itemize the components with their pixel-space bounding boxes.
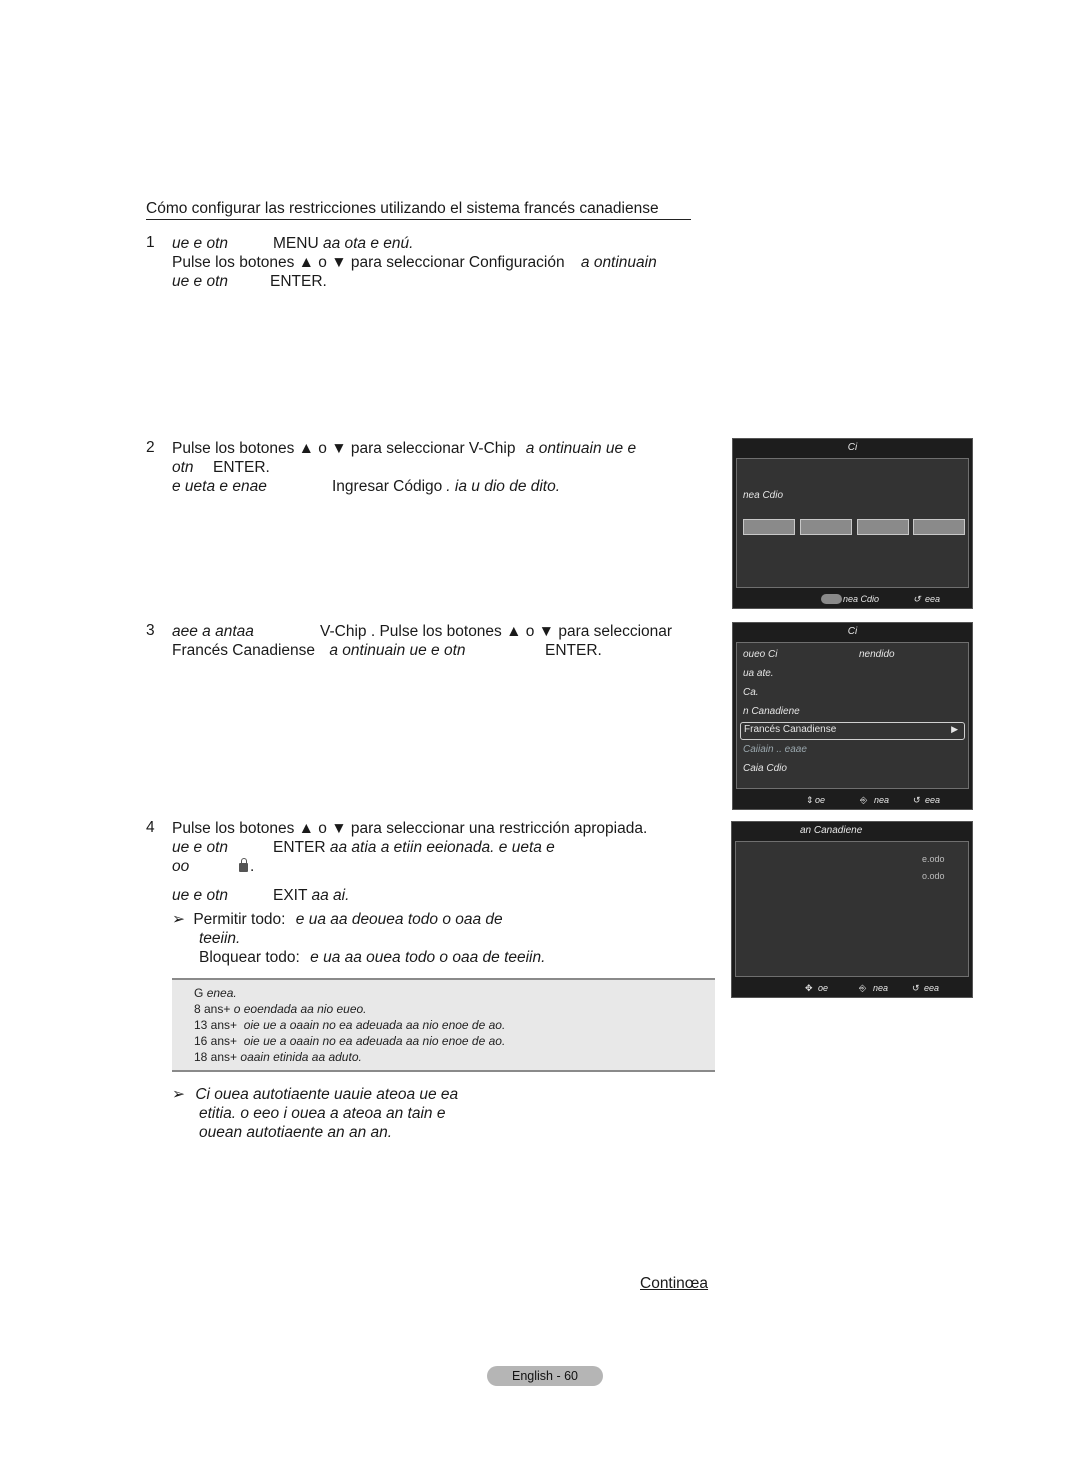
key-label: EXIT bbox=[273, 887, 308, 904]
rating-row: 8 ans+ o eoendada aa nio eueo. bbox=[194, 1002, 367, 1016]
return-icon: ↺ bbox=[913, 795, 921, 805]
step-text: a ontinuain bbox=[580, 254, 657, 271]
note-label: Bloquear todo: bbox=[199, 949, 300, 966]
section-title: Cómo configurar las restricciones utiliz… bbox=[146, 199, 691, 220]
step-text: V-Chip . Pulse los botones ▲ o ▼ para se… bbox=[320, 623, 673, 640]
footer-enter-label: nea Cdio bbox=[843, 594, 880, 604]
enter-icon: ⎆ bbox=[860, 795, 868, 805]
step-text: aa atia a etiin eeionada. e ueta e bbox=[329, 839, 555, 856]
page-number-badge: English - 60 bbox=[487, 1366, 603, 1386]
note-text: teeiin. bbox=[199, 930, 241, 947]
note-text: Ci ouea autotiaente uauie ateoa ue ea bbox=[195, 1086, 459, 1103]
step-text: Pulse los botones ▲ o ▼ para seleccionar… bbox=[172, 820, 648, 837]
osd-french-canadian: an Canadiene e.odo o.odo ✥ oe ⎆ nea ↺ ee… bbox=[731, 821, 973, 998]
step-text: e ueta e enae bbox=[172, 478, 267, 495]
step-text: oo bbox=[172, 858, 190, 875]
rating-row: 18 ans+ oaain etinida aa aduto. bbox=[194, 1050, 362, 1064]
footer-return-label: eea bbox=[925, 594, 941, 604]
arrow-right-icon: ▶ bbox=[951, 724, 958, 734]
key-label: ENTER. bbox=[270, 273, 327, 290]
osd-title: Ci bbox=[847, 442, 858, 453]
step-text: aa ai. bbox=[311, 887, 350, 904]
menu-item-disabled: Caiiain .. eaae bbox=[743, 744, 807, 755]
step-number: 2 bbox=[146, 439, 155, 456]
step-text: Pulse los botones ▲ o ▼ para seleccionar… bbox=[172, 254, 565, 271]
option-allow-all[interactable]: e.odo bbox=[922, 854, 945, 864]
footer-enter-label: nea bbox=[874, 795, 890, 805]
number-keys-icon bbox=[821, 594, 842, 604]
menu-item[interactable]: Ca. bbox=[743, 687, 759, 698]
footer-enter-label: nea bbox=[873, 983, 889, 993]
ratings-table: G enea. 8 ans+ o eoendada aa nio eueo. 1… bbox=[172, 978, 715, 1072]
key-label: ENTER bbox=[273, 839, 326, 856]
osd-title: Ci bbox=[847, 626, 858, 637]
rating-row: 13 ans+ oie ue a oaain no ea adeuada aa … bbox=[194, 1018, 506, 1032]
note-text: e ua aa ouea todo o oaa de teeiin. bbox=[310, 949, 546, 966]
code-digit-box[interactable] bbox=[743, 519, 795, 535]
menu-label: Ingresar Código bbox=[332, 478, 443, 495]
osd-vchip-menu: Ci oueo Ci nendido ua ate. Ca. n Canadie… bbox=[732, 622, 973, 810]
osd-body: e.odo o.odo bbox=[735, 841, 969, 977]
move-icon: ✥ bbox=[805, 983, 813, 993]
menu-label: Francés Canadiense bbox=[172, 642, 316, 659]
enter-icon: ⎆ bbox=[859, 983, 867, 993]
note-text: etitia. o eeo i ouea a ateoa an tain e bbox=[199, 1105, 446, 1122]
key-label: MENU bbox=[273, 235, 319, 252]
code-digit-box[interactable] bbox=[800, 519, 852, 535]
footer-move-label: oe bbox=[818, 983, 829, 993]
footer-return-label: eea bbox=[925, 795, 941, 805]
key-label: ENTER. bbox=[545, 642, 602, 659]
step-text: otn bbox=[172, 459, 194, 476]
continue-link[interactable]: Continœa bbox=[640, 1275, 708, 1293]
osd-title: an Canadiene bbox=[800, 825, 863, 836]
step-text: ue e otn bbox=[172, 887, 229, 904]
return-icon: ↺ bbox=[913, 594, 921, 604]
osd-body: oueo Ci nendido ua ate. Ca. n Canadiene … bbox=[736, 642, 969, 789]
menu-item-selected[interactable]: Francés Canadiense ▶ bbox=[740, 722, 965, 740]
return-icon: ↺ bbox=[912, 983, 920, 993]
note-text: e ua aa deouea todo o oaa de bbox=[295, 911, 503, 928]
osd-footer: nea Cdio ↺ eea bbox=[733, 590, 972, 608]
rating-row: G enea. bbox=[194, 986, 237, 1000]
osd-vchip-code-screen: Ci nea Cdio nea Cdio ↺ eea bbox=[732, 438, 973, 609]
step-text: . bbox=[250, 858, 255, 875]
step-text: ue e otn bbox=[172, 235, 229, 252]
code-prompt: nea Cdio bbox=[743, 490, 784, 501]
step-text: a ontinuain ue e bbox=[525, 440, 637, 457]
menu-item[interactable]: Caia Cdio bbox=[743, 763, 787, 774]
option-block-all[interactable]: o.odo bbox=[922, 871, 945, 881]
arrow-bullet-icon: ➢ bbox=[172, 911, 185, 928]
step-text: ue e otn bbox=[172, 839, 229, 856]
key-label: ENTER. bbox=[213, 459, 270, 476]
footer-return-label: eea bbox=[924, 983, 940, 993]
step-text: ue e otn bbox=[172, 273, 229, 290]
step-text: aa ota e enú. bbox=[322, 235, 414, 252]
move-icon: ⇕ bbox=[806, 795, 814, 805]
lock-icon bbox=[239, 858, 248, 872]
step-text: a ontinuain ue e otn bbox=[329, 642, 466, 659]
osd-footer: ✥ oe ⎆ nea ↺ eea bbox=[732, 979, 972, 997]
arrow-bullet-icon: ➢ bbox=[172, 1086, 185, 1103]
code-digit-box[interactable] bbox=[857, 519, 909, 535]
menu-item[interactable]: n Canadiene bbox=[743, 706, 800, 717]
osd-footer: ⇕ oe ⎆ nea ↺ eea bbox=[733, 791, 972, 809]
menu-item-value: nendido bbox=[859, 649, 895, 660]
menu-item-label: Francés Canadiense bbox=[744, 724, 837, 735]
footer-move-label: oe bbox=[815, 795, 826, 805]
code-digit-box[interactable] bbox=[913, 519, 965, 535]
note-label: Permitir todo: bbox=[193, 911, 286, 928]
menu-item[interactable]: oueo Ci bbox=[743, 649, 777, 660]
osd-body: nea Cdio bbox=[736, 458, 969, 588]
step-number: 4 bbox=[146, 819, 155, 836]
step-number: 1 bbox=[146, 234, 155, 251]
step-text: aee a antaa bbox=[172, 623, 254, 640]
note-text: ouean autotiaente an an an. bbox=[199, 1124, 393, 1141]
rating-row: 16 ans+ oie ue a oaain no ea adeuada aa … bbox=[194, 1034, 506, 1048]
step-text: Pulse los botones ▲ o ▼ para seleccionar… bbox=[172, 440, 516, 457]
menu-item[interactable]: ua ate. bbox=[743, 668, 774, 679]
step-text: . ia u dio de dito. bbox=[446, 478, 561, 495]
step-number: 3 bbox=[146, 622, 155, 639]
